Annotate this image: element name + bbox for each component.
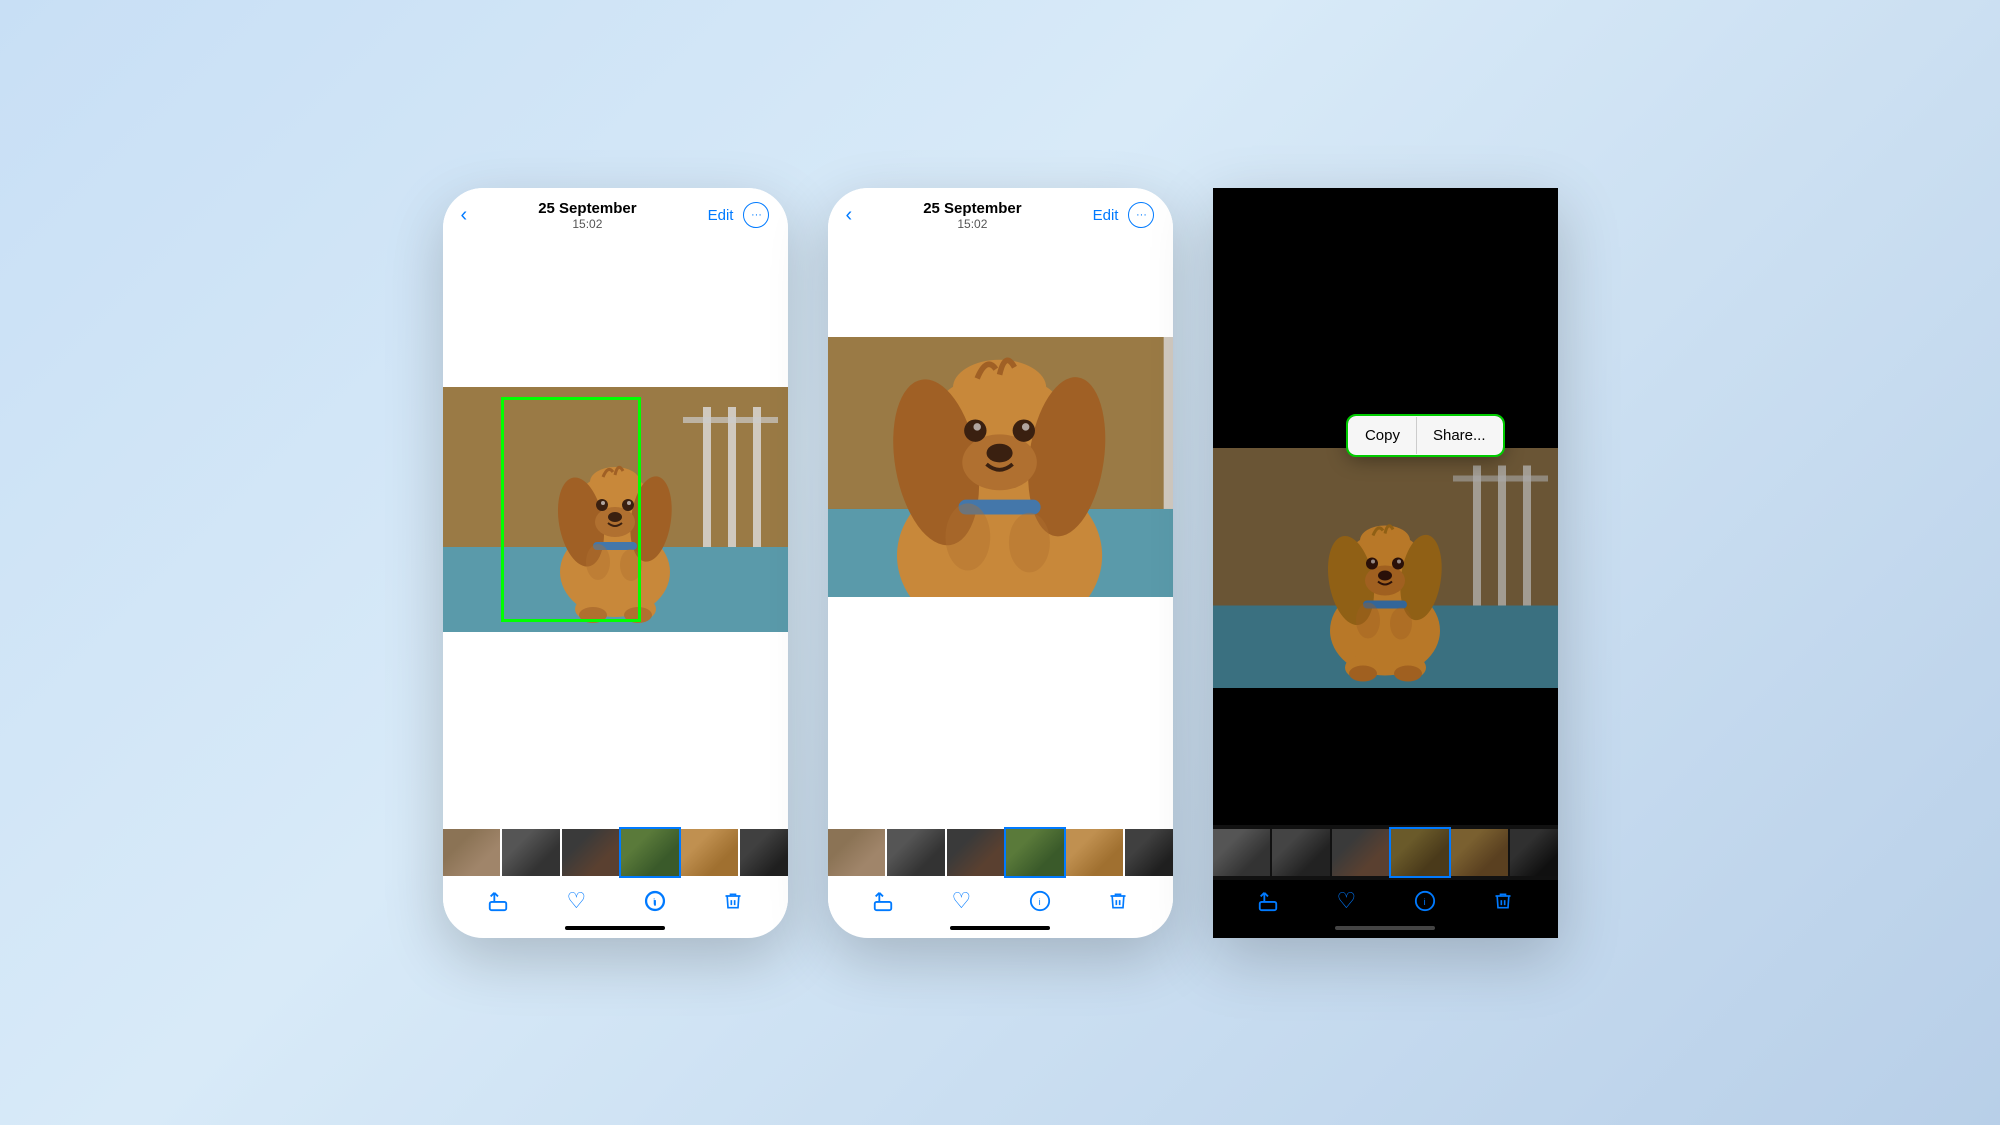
photo-container[interactable] — [443, 387, 788, 632]
info-button-2[interactable]: i — [1029, 890, 1051, 912]
thumbnail-4-selected[interactable] — [621, 829, 679, 876]
trash-button[interactable] — [723, 890, 743, 912]
more-button-2[interactable]: ··· — [1128, 202, 1154, 228]
heart-button-3[interactable]: ♡ — [1336, 888, 1356, 914]
thumbnail-3-5[interactable] — [1451, 829, 1509, 876]
back-button[interactable]: ‹ — [461, 204, 468, 227]
back-button-2[interactable]: ‹ — [846, 204, 853, 227]
thumbnail-2[interactable] — [502, 829, 560, 876]
phone-2: ‹ 25 September 15:02 Edit ··· — [828, 188, 1173, 938]
thumbnail-1[interactable] — [443, 829, 501, 876]
phone-1: ‹ 25 September 15:02 Edit ··· — [443, 188, 788, 938]
svg-text:i: i — [1038, 897, 1040, 907]
back-arrow-icon: ‹ — [461, 204, 468, 227]
bottom-toolbar-3: ♡ i — [1213, 880, 1558, 922]
thumbnail-3-3[interactable] — [1332, 829, 1390, 876]
trash-button-3[interactable] — [1493, 890, 1513, 912]
svg-text:i: i — [1423, 897, 1425, 907]
thumbnail-strip-2 — [828, 825, 1173, 880]
back-arrow-icon-2: ‹ — [846, 204, 853, 227]
time-label: 15:02 — [538, 217, 636, 231]
heart-button[interactable]: ♡ — [566, 888, 586, 914]
date-label: 25 September — [538, 200, 636, 217]
share-menu-item[interactable]: Share... — [1417, 417, 1502, 454]
copy-menu-item[interactable]: Copy — [1349, 417, 1417, 454]
white-space-top — [443, 237, 788, 387]
phone-3: Copy Share... — [1213, 188, 1558, 938]
header-center: 25 September 15:02 — [538, 200, 636, 231]
info-button-3[interactable]: i — [1414, 890, 1436, 912]
thumbnail-2-2[interactable] — [887, 829, 945, 876]
photo-container-2[interactable] — [828, 337, 1173, 597]
thumbnail-2-3[interactable] — [947, 829, 1005, 876]
thumbnail-3-1[interactable] — [1213, 829, 1271, 876]
more-button[interactable]: ··· — [743, 202, 769, 228]
thumbnail-2-4-selected[interactable] — [1006, 829, 1064, 876]
thumbnail-3-4-selected[interactable] — [1391, 829, 1449, 876]
context-menu[interactable]: Copy Share... — [1348, 416, 1503, 455]
header-center-2: 25 September 15:02 — [923, 200, 1021, 231]
trash-button-2[interactable] — [1108, 890, 1128, 912]
header-right-2: Edit ··· — [1093, 202, 1155, 228]
phone-2-header: ‹ 25 September 15:02 Edit ··· — [828, 188, 1173, 237]
dark-bottom-area — [1213, 688, 1558, 825]
share-button[interactable] — [487, 890, 509, 912]
share-button-2[interactable] — [872, 890, 894, 912]
home-indicator-3 — [1335, 926, 1435, 930]
thumbnail-5[interactable] — [681, 829, 739, 876]
thumbnail-strip — [443, 825, 788, 880]
photo-container-3[interactable] — [1213, 448, 1558, 688]
thumbnail-3[interactable] — [562, 829, 620, 876]
thumbnail-strip-3 — [1213, 825, 1558, 880]
time-label-2: 15:02 — [923, 217, 1021, 231]
header-right: Edit ··· — [708, 202, 770, 228]
edit-button-2[interactable]: Edit — [1093, 207, 1119, 224]
dog-photo-svg-3 — [1213, 448, 1558, 688]
dog-photo-svg — [443, 387, 788, 632]
edit-button[interactable]: Edit — [708, 207, 734, 224]
phone-1-header: ‹ 25 September 15:02 Edit ··· — [443, 188, 788, 237]
info-button[interactable]: i — [644, 890, 666, 912]
white-space-bottom-2 — [828, 597, 1173, 825]
thumbnail-3-2[interactable] — [1272, 829, 1330, 876]
heart-button-2[interactable]: ♡ — [951, 888, 971, 914]
white-space-bottom — [443, 632, 788, 825]
thumbnail-6[interactable] — [740, 829, 788, 876]
svg-text:i: i — [653, 896, 655, 906]
thumbnail-2-5[interactable] — [1066, 829, 1124, 876]
thumbnail-2-6[interactable] — [1125, 829, 1173, 876]
dark-top-area: Copy Share... — [1213, 188, 1558, 448]
dog-photo-svg-2 — [828, 337, 1173, 597]
home-indicator — [565, 926, 665, 930]
share-button-3[interactable] — [1257, 890, 1279, 912]
white-space-top-2 — [828, 237, 1173, 337]
thumbnail-3-6[interactable] — [1510, 829, 1558, 876]
bottom-toolbar: ♡ i — [443, 880, 788, 922]
date-label-2: 25 September — [923, 200, 1021, 217]
home-indicator-2 — [950, 926, 1050, 930]
thumbnail-2-1[interactable] — [828, 829, 886, 876]
bottom-toolbar-2: ♡ i — [828, 880, 1173, 922]
